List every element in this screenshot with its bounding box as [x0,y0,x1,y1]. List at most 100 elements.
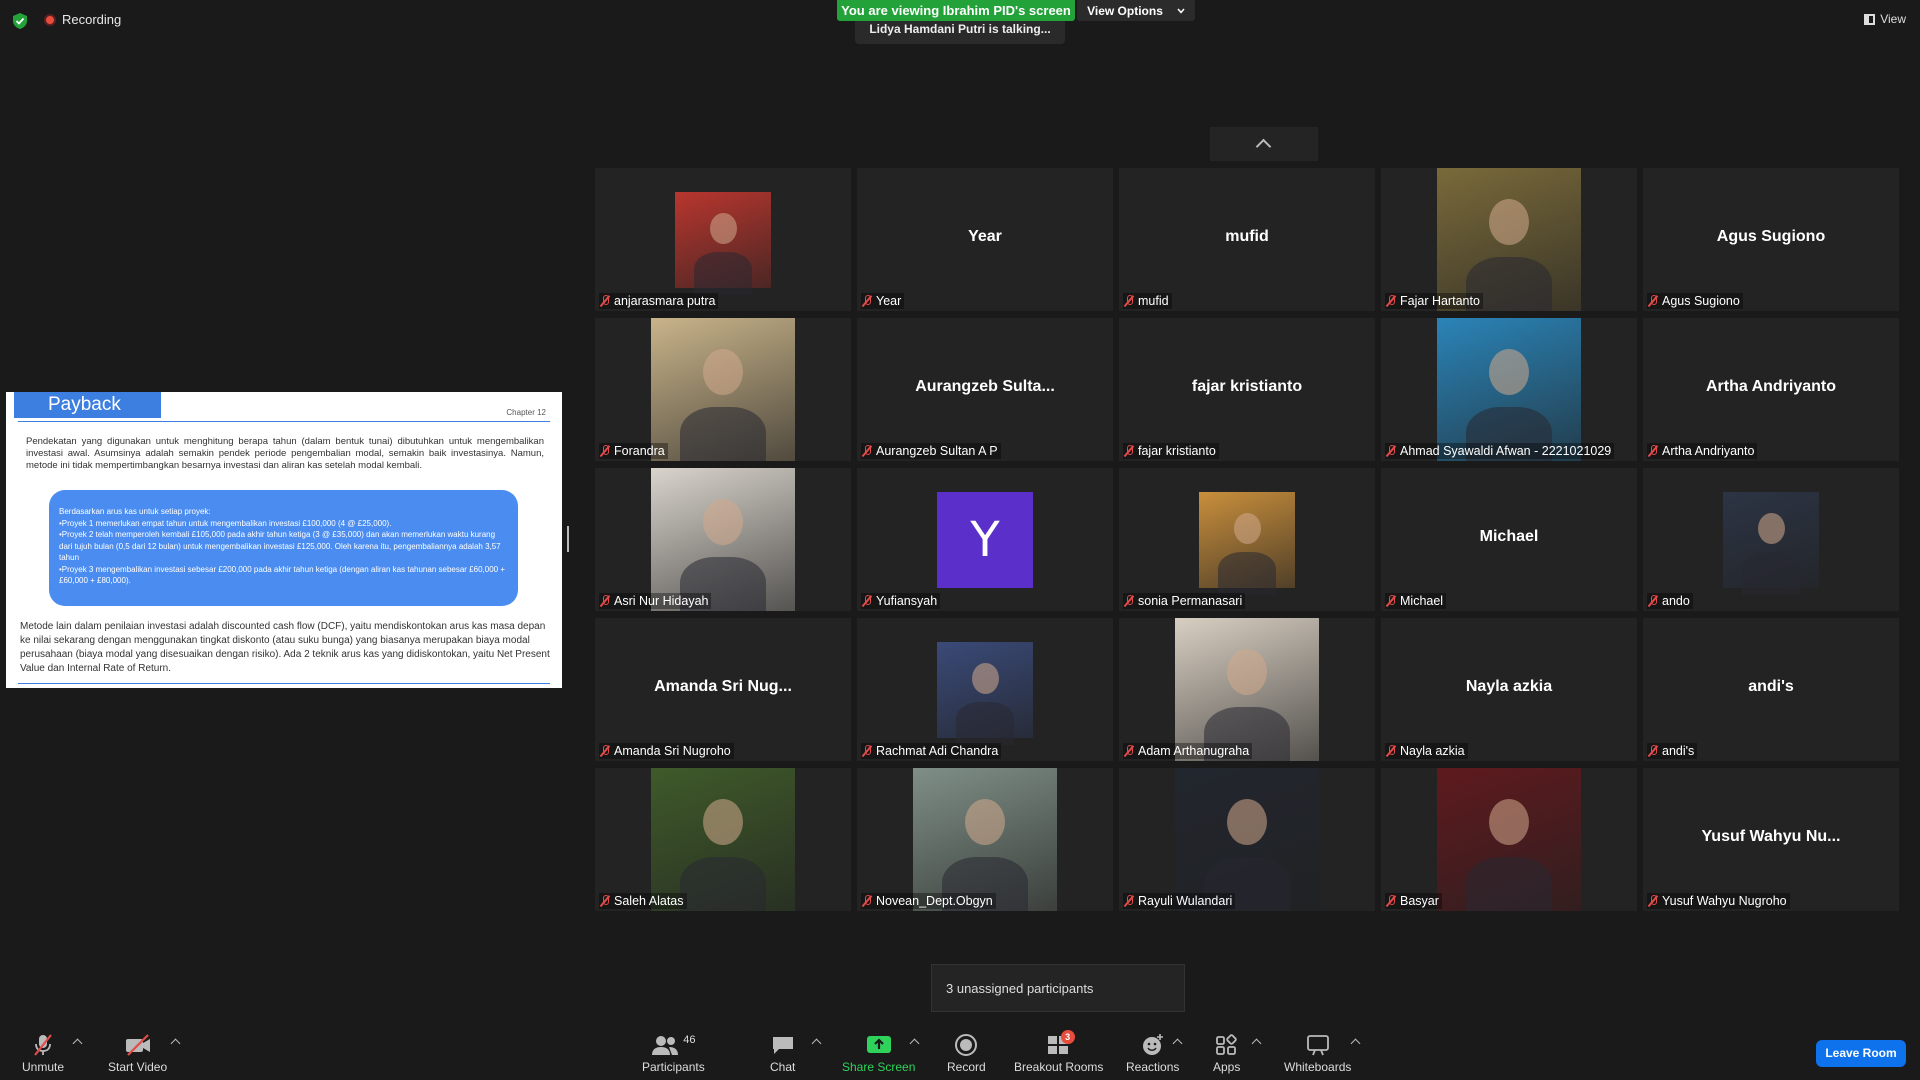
participant-tile[interactable]: Amanda Sri Nug... Amanda Sri Nugroho [595,618,851,761]
record-button[interactable]: Record [947,1032,986,1074]
video-options-chevron-icon[interactable] [170,1038,181,1049]
participant-name-label: fajar kristianto [1123,443,1219,459]
participant-tile[interactable]: Asri Nur Hidayah [595,468,851,611]
participant-name: Yufiansyah [876,594,938,608]
participant-tile[interactable]: Saleh Alatas [595,768,851,911]
participant-name-label: Novean_Dept.Obgyn [861,893,996,909]
participant-tile[interactable]: Fajar Hartanto [1381,168,1637,311]
start-video-button[interactable]: Start Video [108,1032,167,1074]
participant-tile[interactable]: Rachmat Adi Chandra [857,618,1113,761]
participant-name-label: sonia Permanasari [1123,593,1246,609]
participant-tile[interactable]: Forandra [595,318,851,461]
participant-name-label: Artha Andriyanto [1647,443,1758,459]
participant-tile[interactable]: Yusuf Wahyu Nu... Yusuf Wahyu Nugroho [1643,768,1899,911]
microphone-muted-icon [862,295,872,307]
participant-tile[interactable]: anjarasmara putra [595,168,851,311]
microphone-muted-icon [1124,595,1134,607]
chat-icon [771,1032,795,1058]
participant-name: Aurangzeb Sultan A P [876,444,998,458]
gallery-page-up-button[interactable] [1210,127,1318,161]
participant-tile[interactable]: Michael Michael [1381,468,1637,611]
participant-tile[interactable]: fajar kristianto fajar kristianto [1119,318,1375,461]
breakout-rooms-icon: 3 [1047,1030,1075,1058]
participant-tile[interactable]: Nayla azkia Nayla azkia [1381,618,1637,761]
participant-tile[interactable]: mufid mufid [1119,168,1375,311]
participant-tile[interactable]: ando [1643,468,1899,611]
record-dot-icon [44,13,56,26]
person-silhouette [1489,199,1529,246]
chat-button[interactable]: Chat [770,1032,795,1074]
participant-name: anjarasmara putra [614,294,716,308]
slide-chapter: Chapter 12 [506,408,546,417]
participant-name-label: Amanda Sri Nugroho [599,743,734,759]
microphone-muted-icon [600,895,610,907]
participant-name-label: Basyar [1385,893,1442,909]
participant-name: ando [1662,594,1690,608]
participant-display-name: mufid [1225,228,1269,245]
callout-line: •Proyek 3 mengembalikan investasi sebesa… [59,564,505,586]
participant-video [1199,492,1295,595]
participant-name: Saleh Alatas [614,894,684,908]
participant-display-name: andi's [1748,678,1794,695]
panel-resize-handle[interactable] [567,526,569,552]
view-button[interactable]: View [1864,12,1906,26]
participant-tile[interactable]: Rayuli Wulandari [1119,768,1375,911]
reactions-label: Reactions [1126,1060,1180,1074]
participant-name: Adam Arthanugraha [1138,744,1250,758]
participant-display-name: Agus Sugiono [1716,228,1826,245]
shield-icon[interactable] [12,12,28,30]
person-silhouette [965,799,1005,846]
participant-name: Artha Andriyanto [1662,444,1755,458]
audio-options-chevron-icon[interactable] [72,1038,83,1049]
participant-tile[interactable]: Y Yufiansyah [857,468,1113,611]
participant-name: Nayla azkia [1400,744,1465,758]
whiteboards-options-chevron-icon[interactable] [1350,1038,1361,1049]
share-screen-button[interactable]: Share Screen [842,1032,915,1074]
callout-line: •Proyek 1 memerlukan empat tahun untuk m… [59,518,392,528]
recording-indicator[interactable]: Recording [44,12,121,27]
participant-name: Rachmat Adi Chandra [876,744,999,758]
participant-tile[interactable]: Agus Sugiono Agus Sugiono [1643,168,1899,311]
participant-name-label: Yusuf Wahyu Nugroho [1647,893,1790,909]
slide-callout: Berdasarkan arus kas untuk setiap proyek… [49,490,518,606]
whiteboards-button[interactable]: Whiteboards [1284,1032,1351,1074]
leave-room-button[interactable]: Leave Room [1816,1040,1906,1067]
shared-screen-slide: Payback Chapter 12 Pendekatan yang digun… [6,392,562,688]
participant-tile[interactable]: andi's andi's [1643,618,1899,761]
person-silhouette [709,213,737,245]
participant-name: Michael [1400,594,1444,608]
microphone-muted-icon [1648,895,1658,907]
unmute-button[interactable]: Unmute [22,1032,64,1074]
view-layout-icon [1864,13,1876,25]
microphone-muted-icon [1648,745,1658,757]
participant-tile[interactable]: Adam Arthanugraha [1119,618,1375,761]
breakout-rooms-button[interactable]: 3 Breakout Rooms [1014,1030,1103,1074]
participant-tile[interactable]: Year Year [857,168,1113,311]
chat-options-chevron-icon[interactable] [811,1038,822,1049]
participant-name-label: Agus Sugiono [1647,293,1743,309]
participant-tile[interactable]: Ahmad Syawaldi Afwan - 2221021029 [1381,318,1637,461]
participant-tile[interactable]: Basyar [1381,768,1637,911]
view-options-button[interactable]: View Options [1077,0,1195,21]
participant-name: Ahmad Syawaldi Afwan - 2221021029 [1400,444,1612,458]
unmute-label: Unmute [22,1060,65,1074]
unassigned-participants-notice[interactable]: 3 unassigned participants [931,964,1185,1012]
participant-tile[interactable]: Artha Andriyanto Artha Andriyanto [1643,318,1899,461]
apps-button[interactable]: Apps [1213,1032,1240,1074]
participant-name-label: Saleh Alatas [599,893,687,909]
person-shoulders [680,856,766,911]
microphone-muted-icon [600,295,610,307]
video-off-icon [124,1032,152,1058]
participant-name: mufid [1138,294,1169,308]
participant-video [1175,618,1319,761]
participant-tile[interactable]: Novean_Dept.Obgyn [857,768,1113,911]
breakout-badge: 3 [1060,1030,1075,1044]
participant-tile[interactable]: Aurangzeb Sulta... Aurangzeb Sultan A P [857,318,1113,461]
microphone-muted-icon [1386,295,1396,307]
apps-options-chevron-icon[interactable] [1251,1038,1262,1049]
participant-name-label: Adam Arthanugraha [1123,743,1253,759]
participants-button[interactable]: 46 Participants [642,1032,705,1074]
participant-tile[interactable]: sonia Permanasari [1119,468,1375,611]
microphone-muted-icon [1124,895,1134,907]
reactions-button[interactable]: Reactions [1126,1032,1179,1074]
